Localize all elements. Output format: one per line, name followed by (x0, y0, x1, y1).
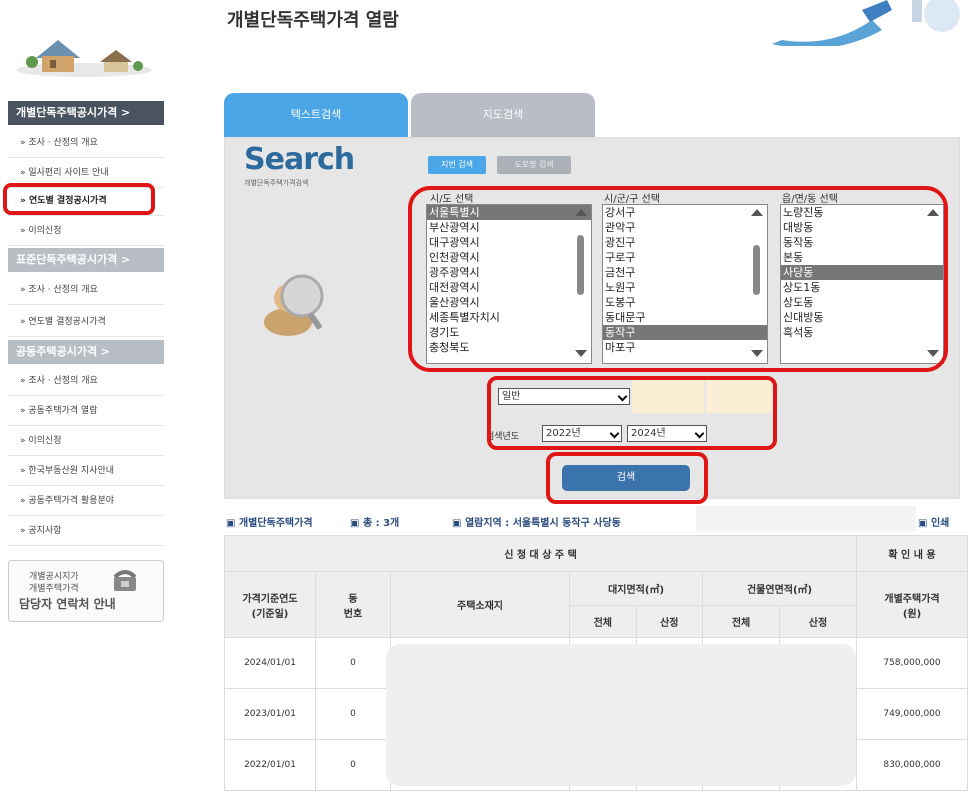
sidebar-item-survey[interactable]: » 조사 · 산정의 개요 (8, 128, 164, 158)
sidebar-item-label: 한국부동산원 지사안내 (28, 466, 115, 476)
sidebar-item-label: 조사 · 산정의 개요 (28, 376, 98, 386)
row-price: 830,000,000 (856, 739, 968, 791)
sidebar-item-apt-survey[interactable]: » 조사 · 산정의 개요 (8, 366, 164, 396)
contact-line2: 개별주택가격 (29, 584, 79, 594)
search-button-highlight (546, 452, 708, 504)
listbox-highlight (408, 186, 948, 372)
sidebar-item-objection[interactable]: » 이의신청 (8, 216, 164, 246)
result-total: ▣ 총 : 3개 (350, 518, 400, 529)
sidebar-item-usage[interactable]: » 공동주택가격 활용분야 (8, 486, 164, 516)
building-calc-header: 산정 (779, 605, 857, 638)
result-region-text: 열람지역 : 서울특별시 동작구 사당동 (464, 518, 621, 529)
sidebar-item-branch[interactable]: » 한국부동산원 지사안내 (8, 456, 164, 486)
search-heading: Search (244, 142, 355, 177)
table-group-left: 신 청 대 상 주 택 (224, 535, 857, 572)
sidebar-highlight (3, 183, 155, 215)
contact-guide-button[interactable]: 개별공시지가 개별주택가격 담당자 연락처 안내 (8, 560, 164, 622)
row-price: 749,000,000 (856, 688, 968, 740)
redacted-area (696, 506, 916, 532)
sidebar-item-standard-yearly[interactable]: » 연도별 결정공시가격 (8, 307, 164, 337)
sidebar-item-notice[interactable]: » 공지사항 (8, 516, 164, 546)
col-land-header: 대지면적(㎡) (568, 571, 704, 606)
sidebar-item-label: 이의신청 (28, 436, 62, 446)
result-title-text: 개별단독주택가격 (238, 518, 313, 529)
options-highlight (487, 376, 777, 450)
search-subheading: 개별단독주택가격검색 (244, 179, 309, 187)
phone-icon (113, 570, 137, 591)
sidebar: 개별단독주택공시가격 > » 조사 · 산정의 개요 » 일사편리 사이트 안내… (0, 0, 170, 799)
header-decoration-image (772, 0, 960, 46)
result-title: ▣ 개별단독주택가격 (226, 518, 313, 529)
contact-line3: 담당자 연락처 안내 (19, 597, 116, 611)
sidebar-item-label: 이의신청 (28, 226, 62, 236)
sidebar-item-standard-survey[interactable]: » 조사 · 산정의 개요 (8, 275, 164, 305)
result-total-text: 총 : 3개 (362, 518, 400, 529)
sidebar-head-standard[interactable]: 표준단독주택공시가격 > (8, 248, 164, 272)
sidebar-item-label: 공동주택가격 활용분야 (28, 496, 115, 506)
row-date: 2024/01/01 (224, 637, 316, 689)
jibun-search-button[interactable]: 지번 검색 (428, 156, 486, 174)
land-calc-header: 산정 (635, 605, 704, 638)
col-building-header: 건물연면적(㎡) (702, 571, 857, 606)
houses-logo-image (16, 40, 152, 77)
result-region: ▣ 열람지역 : 서울특별시 동작구 사당동 (452, 518, 621, 529)
row-dong: 0 (315, 637, 391, 689)
sidebar-head-apartment[interactable]: 공동주택공시가격 > (8, 340, 164, 364)
print-label: 인쇄 (930, 518, 950, 529)
sidebar-item-label: 공동주택가격 열람 (28, 406, 98, 416)
sidebar-item-label: 공지사항 (28, 526, 62, 536)
page-title: 개별단독주택가격 열람 (227, 10, 399, 31)
col-address-header: 주택소재지 (390, 571, 570, 638)
col-year-header: 가격기준연도 (기준일) (224, 571, 316, 638)
row-date: 2022/01/01 (224, 739, 316, 791)
tab-map-search[interactable]: 지도검색 (411, 93, 595, 137)
tab-text-search[interactable]: 텍스트검색 (224, 93, 408, 137)
sidebar-item-label: 조사 · 산정의 개요 (28, 285, 98, 295)
person-search-image (264, 274, 324, 336)
building-total-header: 전체 (702, 605, 781, 638)
col-dong-header: 동 번호 (315, 571, 391, 638)
sidebar-head-individual[interactable]: 개별단독주택공시가격 > (8, 101, 164, 125)
print-button[interactable]: ▣ 인쇄 (918, 514, 949, 529)
land-total-header: 전체 (569, 605, 637, 638)
table-group-right: 확 인 내 용 (856, 535, 968, 572)
road-search-button[interactable]: 도로명 검색 (497, 156, 571, 174)
col-price-header: 개별주택가격 (원) (856, 571, 968, 638)
row-price: 758,000,000 (856, 637, 968, 689)
row-dong: 0 (315, 739, 391, 791)
redacted-address-area (386, 644, 856, 786)
sidebar-item-apt-objection[interactable]: » 이의신청 (8, 426, 164, 456)
sidebar-item-label: 조사 · 산정의 개요 (28, 138, 98, 148)
row-date: 2023/01/01 (224, 688, 316, 740)
sidebar-item-label: 일사편리 사이트 안내 (28, 168, 109, 178)
sidebar-item-label: 연도별 결정공시가격 (28, 317, 106, 327)
row-dong: 0 (315, 688, 391, 740)
sidebar-item-apt-view[interactable]: » 공동주택가격 열람 (8, 396, 164, 426)
